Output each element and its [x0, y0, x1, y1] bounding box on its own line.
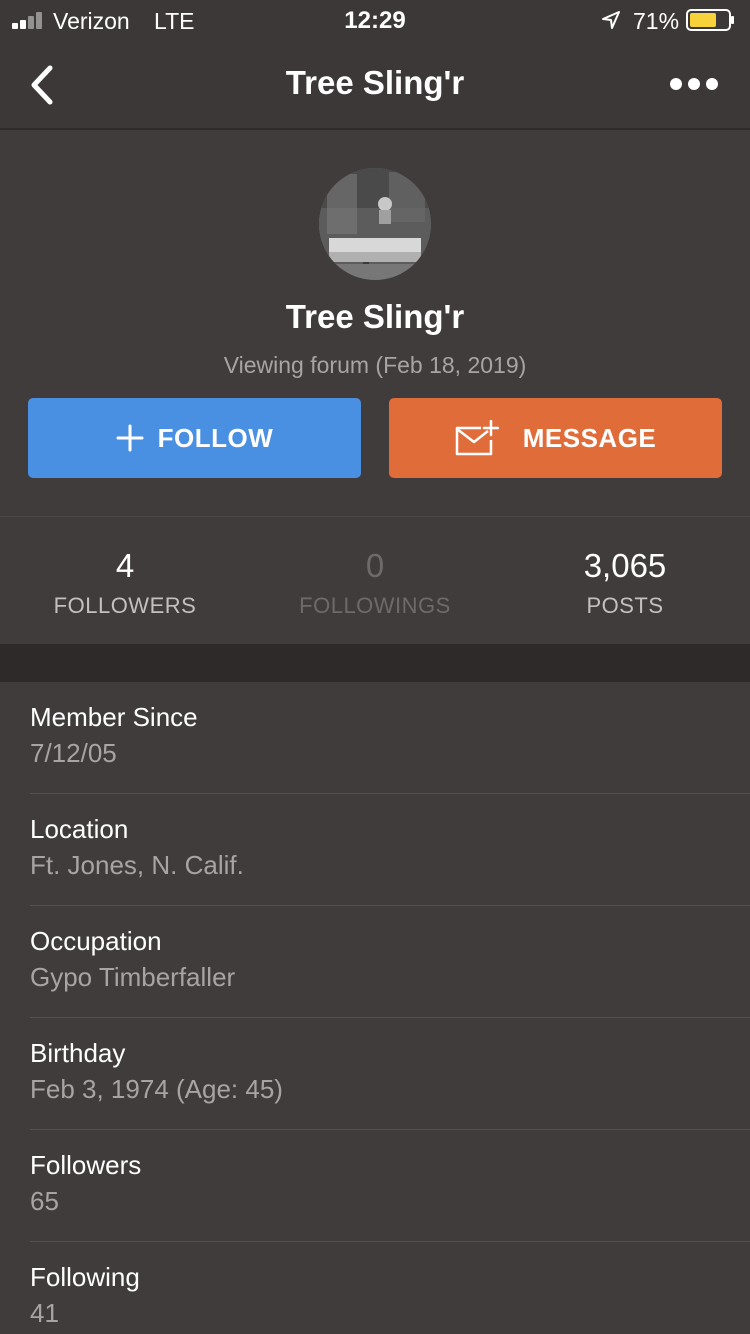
nav-bar: Tree Sling'r [0, 40, 750, 130]
follow-button-label: FOLLOW [157, 422, 274, 453]
stat-label: POSTS [586, 593, 664, 618]
profile-stats: 4 FOLLOWERS 0 FOLLOWINGS 3,065 POSTS [0, 516, 750, 644]
stat-value: 4 [115, 547, 135, 584]
info-row-occupation: Occupation Gypo Timberfaller [0, 906, 750, 1018]
battery-icon [686, 9, 734, 31]
info-label: Location [30, 814, 129, 844]
mail-add-icon [455, 420, 499, 456]
info-label: Following [30, 1262, 140, 1292]
avatar[interactable] [319, 168, 431, 280]
stat-followers[interactable]: 4 FOLLOWERS [0, 517, 250, 645]
info-row-birthday: Birthday Feb 3, 1974 (Age: 45) [0, 1018, 750, 1130]
info-row-following: Following 41 [0, 1242, 750, 1334]
profile-info-list: Member Since 7/12/05 Location Ft. Jones,… [0, 682, 750, 1334]
info-label: Birthday [30, 1038, 126, 1068]
info-value: 7/12/05 [30, 738, 117, 768]
info-value: 41 [30, 1298, 59, 1328]
message-button-label: MESSAGE [522, 422, 657, 453]
message-button[interactable]: MESSAGE [389, 398, 722, 478]
info-label: Followers [30, 1150, 142, 1180]
nav-title: Tree Sling'r [285, 64, 465, 101]
more-options-button[interactable] [664, 70, 724, 100]
avatar-photo [319, 168, 431, 280]
info-value: Gypo Timberfaller [30, 962, 236, 992]
info-value: Feb 3, 1974 (Age: 45) [30, 1074, 283, 1104]
stat-value: 0 [365, 547, 385, 584]
battery-percentage: 71% [633, 8, 680, 34]
section-divider [0, 644, 750, 682]
plus-icon [116, 424, 144, 452]
info-value: Ft. Jones, N. Calif. [30, 850, 244, 880]
stat-label: FOLLOWINGS [299, 593, 451, 618]
follow-button[interactable]: FOLLOW [28, 398, 361, 478]
stat-posts[interactable]: 3,065 POSTS [500, 517, 750, 645]
profile-header: Tree Sling'r Viewing forum (Feb 18, 2019… [0, 132, 750, 516]
info-value: 65 [30, 1186, 59, 1216]
info-row-location: Location Ft. Jones, N. Calif. [0, 794, 750, 906]
info-label: Occupation [30, 926, 162, 956]
profile-status: Viewing forum (Feb 18, 2019) [223, 352, 527, 378]
stat-value: 3,065 [583, 547, 667, 584]
stat-followings[interactable]: 0 FOLLOWINGS [250, 517, 500, 645]
profile-name: Tree Sling'r [285, 298, 465, 335]
stat-label: FOLLOWERS [53, 593, 197, 618]
info-row-member-since: Member Since 7/12/05 [0, 682, 750, 794]
location-arrow-icon [602, 11, 620, 29]
info-row-followers: Followers 65 [0, 1130, 750, 1242]
status-bar: Verizon LTE 12:29 71% [0, 0, 750, 40]
info-label: Member Since [30, 702, 198, 732]
